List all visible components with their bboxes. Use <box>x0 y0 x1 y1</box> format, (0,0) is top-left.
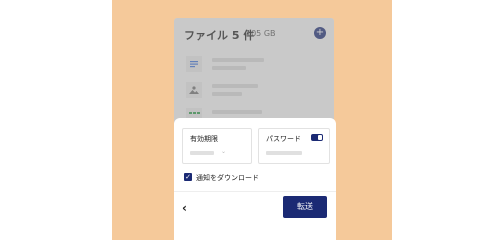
chevron-down-icon: ⌄ <box>221 148 227 155</box>
backdrop: ファイル 5 件 105 GB + 有効期限 ⌄ パスワード ✓ 通知をダウンロ… <box>112 0 392 240</box>
back-button[interactable]: ‹ <box>182 200 196 216</box>
password-toggle[interactable] <box>311 134 323 141</box>
chevron-left-icon: ‹ <box>182 201 187 215</box>
expiry-label: 有効期限 <box>190 135 218 143</box>
check-icon: ✓ <box>185 173 191 181</box>
password-value-placeholder <box>266 151 302 155</box>
download-notify-checkbox[interactable]: ✓ <box>184 173 192 181</box>
toggle-knob <box>318 135 322 140</box>
password-label: パスワード <box>266 135 301 143</box>
transfer-options-sheet: 有効期限 ⌄ パスワード ✓ 通知をダウンロード ‹ 転送 <box>174 118 336 240</box>
expiry-value-placeholder <box>190 151 214 155</box>
divider <box>174 191 336 192</box>
password-option[interactable]: パスワード <box>258 128 330 164</box>
expiry-option[interactable]: 有効期限 ⌄ <box>182 128 252 164</box>
download-notify-label: 通知をダウンロード <box>196 174 259 182</box>
send-button[interactable]: 転送 <box>283 196 327 218</box>
